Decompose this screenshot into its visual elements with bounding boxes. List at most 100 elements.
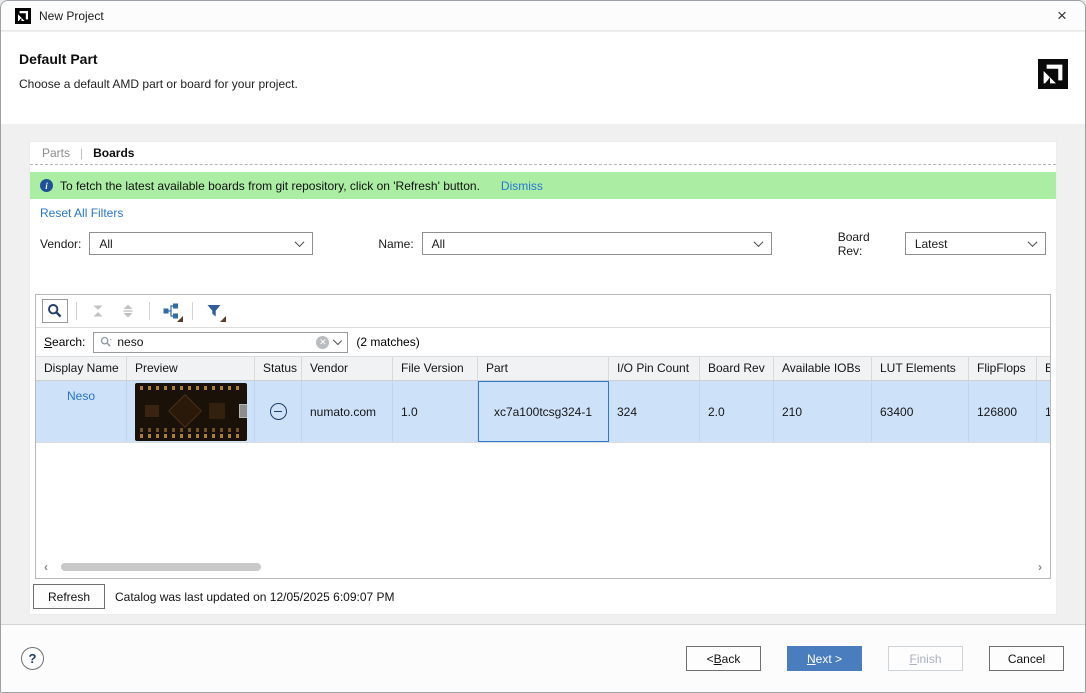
cell-block-rams[interactable]: 13 (1037, 381, 1050, 442)
catalog-row: Refresh Catalog was last updated on 12/0… (33, 584, 1056, 609)
page-subtitle: Choose a default AMD part or board for y… (19, 77, 1067, 91)
dismiss-link[interactable]: Dismiss (501, 179, 543, 193)
new-project-dialog: New Project × Default Part Choose a defa… (0, 0, 1086, 693)
col-header-file-version[interactable]: File Version (393, 357, 478, 380)
info-icon: i (40, 179, 53, 192)
tab-divider: | (80, 146, 83, 160)
vendor-value: All (99, 237, 112, 251)
cell-available-iobs[interactable]: 210 (774, 381, 872, 442)
col-header-display-name[interactable]: Display Name (36, 357, 127, 380)
table-empty-area (36, 443, 1050, 561)
cell-preview[interactable] (127, 381, 255, 442)
table-row[interactable]: Neso (36, 381, 1050, 443)
match-count: (2 matches) (356, 335, 419, 349)
reset-all-filters-link[interactable]: Reset All Filters (40, 206, 123, 220)
tab-parts[interactable]: Parts (42, 146, 70, 160)
banner-message: To fetch the latest available boards fro… (60, 179, 480, 193)
search-field[interactable]: ✕ (93, 332, 348, 353)
board-rev-value: Latest (915, 237, 948, 251)
col-header-lut-elements[interactable]: LUT Elements (872, 357, 969, 380)
col-header-board-rev[interactable]: Board Rev (700, 357, 774, 380)
search-label: Search: (44, 335, 85, 349)
filter-row: Vendor: All Name: All Board Rev: Latest (30, 232, 1056, 255)
cancel-button[interactable]: Cancel (989, 646, 1064, 671)
name-value: All (432, 237, 445, 251)
dropdown-corner-icon (177, 316, 183, 322)
board-rev-label: Board Rev: (838, 230, 897, 258)
search-icon (47, 303, 63, 319)
col-header-preview[interactable]: Preview (127, 357, 255, 380)
toolbar-separator (149, 302, 150, 320)
catalog-status-text: Catalog was last updated on 12/05/2025 6… (115, 590, 395, 604)
board-preview-image (135, 383, 247, 441)
amd-logo (1038, 59, 1068, 89)
search-toggle-button[interactable] (42, 299, 68, 323)
col-header-available-iobs[interactable]: Available IOBs (774, 357, 872, 380)
minus-circle-icon (270, 403, 287, 420)
table-toolbar (36, 295, 1050, 328)
chevron-down-icon (295, 237, 305, 247)
col-header-flipflops[interactable]: FlipFlops (969, 357, 1037, 380)
cell-io-pin-count[interactable]: 324 (609, 381, 700, 442)
vendor-select[interactable]: All (89, 232, 313, 255)
next-button[interactable]: Next > (787, 646, 862, 671)
collapse-all-button (85, 299, 111, 323)
cell-lut-elements[interactable]: 63400 (872, 381, 969, 442)
table-header-row: Display Name Preview Status Vendor File … (36, 357, 1050, 381)
dropdown-corner-icon (220, 316, 226, 322)
close-icon[interactable]: × (1051, 5, 1073, 27)
scroll-right-icon[interactable]: › (1034, 561, 1046, 573)
amd-app-icon (15, 8, 31, 24)
window-title: New Project (39, 9, 104, 23)
wizard-buttons: < Back Next > Finish Cancel (686, 646, 1064, 671)
chevron-down-icon (753, 237, 763, 247)
scrollbar-thumb[interactable] (61, 563, 261, 571)
back-button[interactable]: < Back (686, 646, 761, 671)
col-header-block-rams[interactable]: Bl (1037, 357, 1050, 380)
cell-file-version[interactable]: 1.0 (393, 381, 478, 442)
expand-all-icon (120, 303, 136, 319)
cell-status[interactable] (255, 381, 302, 442)
finish-button: Finish (888, 646, 963, 671)
scrollbar-track[interactable] (52, 562, 1034, 572)
refresh-button[interactable]: Refresh (33, 584, 105, 609)
horizontal-scrollbar[interactable]: ‹ › (40, 561, 1046, 573)
cell-part-selected[interactable]: xc7a100tcsg324-1 (478, 381, 609, 442)
col-header-status[interactable]: Status (255, 357, 302, 380)
boards-table-panel: Search: ✕ (2 matches) (35, 294, 1051, 579)
tab-boards[interactable]: Boards (93, 146, 134, 160)
tab-bar: Parts | Boards (30, 142, 1056, 165)
col-header-part[interactable]: Part (478, 357, 609, 380)
search-icon (100, 336, 112, 348)
board-rev-select[interactable]: Latest (905, 232, 1046, 255)
search-row: Search: ✕ (2 matches) (36, 328, 1050, 357)
expand-all-button (115, 299, 141, 323)
col-header-io-pin-count[interactable]: I/O Pin Count (609, 357, 700, 380)
collapse-all-icon (90, 303, 106, 319)
chevron-down-icon (1028, 237, 1038, 247)
page-title: Default Part (19, 51, 1067, 67)
info-banner: i To fetch the latest available boards f… (30, 172, 1056, 199)
name-select[interactable]: All (422, 232, 772, 255)
help-button[interactable]: ? (21, 647, 44, 670)
cell-display-name[interactable]: Neso (36, 381, 127, 442)
col-header-vendor[interactable]: Vendor (302, 357, 393, 380)
cell-vendor[interactable]: numato.com (302, 381, 393, 442)
toolbar-separator (76, 302, 77, 320)
cell-board-rev[interactable]: 2.0 (700, 381, 774, 442)
scroll-left-icon[interactable]: ‹ (40, 561, 52, 573)
content-panel: Parts | Boards i To fetch the latest ava… (29, 141, 1057, 615)
dialog-body: Parts | Boards i To fetch the latest ava… (1, 124, 1085, 624)
name-label: Name: (378, 237, 413, 251)
search-input[interactable] (117, 335, 311, 349)
dialog-footer: ? < Back Next > Finish Cancel (1, 624, 1085, 692)
chevron-down-icon[interactable] (333, 336, 342, 345)
vendor-label: Vendor: (40, 237, 81, 251)
title-bar: New Project × (1, 1, 1085, 31)
wizard-header: Default Part Choose a default AMD part o… (1, 32, 1085, 124)
clear-search-icon[interactable]: ✕ (316, 336, 329, 349)
cell-flipflops[interactable]: 126800 (969, 381, 1037, 442)
toolbar-separator (192, 302, 193, 320)
filter-button[interactable] (201, 299, 227, 323)
group-by-button[interactable] (158, 299, 184, 323)
